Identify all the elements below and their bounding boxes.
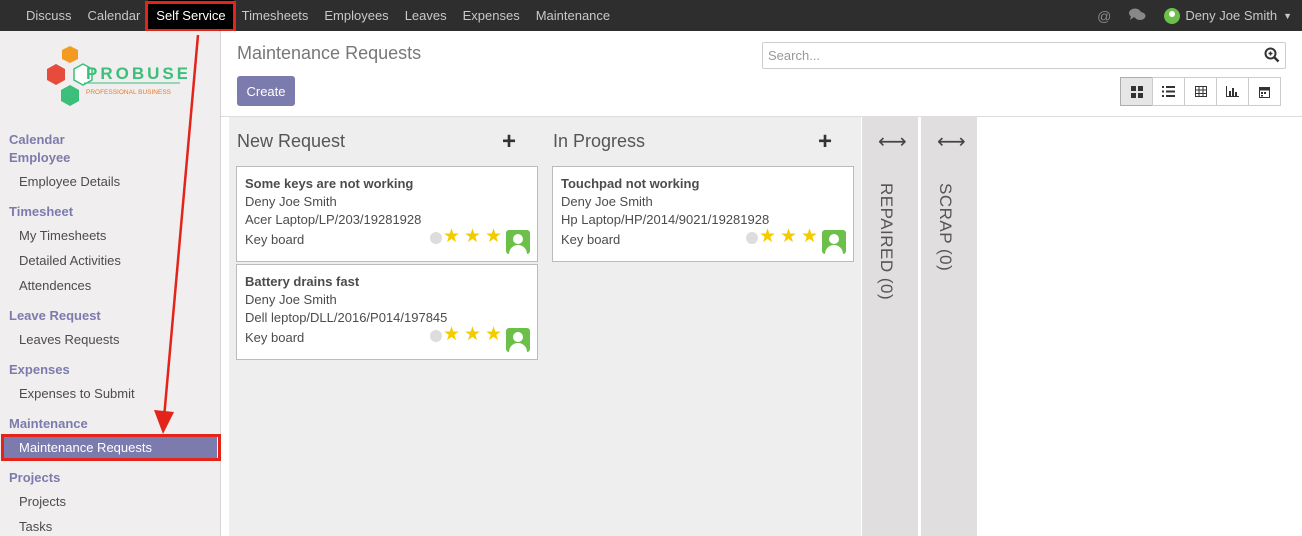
kanban-card[interactable]: Touchpad not working Deny Joe Smith Hp L… [552, 166, 854, 262]
star-icon[interactable]: ★ [464, 325, 481, 344]
quick-create-plus-icon[interactable]: + [502, 128, 516, 156]
card-employee: Deny Joe Smith [561, 194, 653, 209]
create-button[interactable]: Create [237, 76, 295, 106]
expand-arrows-icon[interactable]: ⟷ [937, 129, 966, 154]
card-category: Key board [245, 232, 305, 247]
menu-timesheets[interactable]: Timesheets [234, 0, 317, 31]
kanban-state-icon[interactable] [430, 330, 442, 342]
menu-leaves[interactable]: Leaves [397, 0, 455, 31]
graph-view-icon[interactable] [1216, 77, 1249, 106]
star-icon[interactable]: ★ [801, 227, 818, 246]
star-icon[interactable]: ★ [443, 325, 460, 344]
sidebar-item-leaves-requests[interactable]: Leaves Requests [19, 332, 119, 347]
star-icon[interactable]: ★ [780, 227, 797, 246]
card-title: Some keys are not working [245, 176, 414, 191]
sidebar-section-expenses[interactable]: Expenses [9, 362, 70, 377]
card-employee: Deny Joe Smith [245, 292, 337, 307]
sidebar-section-calendar[interactable]: Calendar [9, 132, 65, 147]
calendar-view-icon[interactable] [1248, 77, 1281, 106]
column-title: In Progress [553, 131, 646, 151]
chat-icon[interactable] [1129, 8, 1146, 24]
user-menu[interactable]: Deny Joe Smith ▼ [1164, 7, 1292, 24]
sidebar-section-timesheet[interactable]: Timesheet [9, 204, 73, 219]
folded-column-title: REPAIRED (0) [877, 183, 896, 301]
sidebar-item-employee-details[interactable]: Employee Details [19, 174, 120, 189]
menu-calendar[interactable]: Calendar [80, 0, 149, 31]
list-view-icon[interactable] [1152, 77, 1185, 106]
menu-expenses[interactable]: Expenses [455, 0, 528, 31]
self-service-highlight [145, 1, 236, 32]
sidebar-item-tasks[interactable]: Tasks [19, 519, 52, 534]
sidebar-item-detailed-activities[interactable]: Detailed Activities [19, 253, 121, 268]
at-icon[interactable]: @ [1097, 8, 1111, 24]
user-avatar-icon [506, 230, 530, 254]
kanban-column-repaired-folded[interactable]: ⟷ REPAIRED (0) [862, 117, 918, 536]
card-title: Touchpad not working [561, 176, 700, 191]
sidebar-item-expenses-to-submit[interactable]: Expenses to Submit [19, 386, 135, 401]
star-icon[interactable]: ★ [485, 227, 502, 246]
card-equipment: Hp Laptop/HP/2014/9021/19281928 [561, 212, 770, 227]
company-logo: PROBUSE PROFESSIONAL BUSINESS [47, 46, 187, 106]
user-avatar-icon [506, 328, 530, 352]
card-category: Key board [245, 330, 305, 345]
svg-text:PROFESSIONAL BUSINESS: PROFESSIONAL BUSINESS [86, 89, 172, 96]
star-icon[interactable]: ★ [464, 227, 481, 246]
menu-employees[interactable]: Employees [316, 0, 396, 31]
sidebar-section-employee[interactable]: Employee [9, 150, 70, 165]
view-switcher [1120, 77, 1281, 106]
kanban-card[interactable]: Battery drains fast Deny Joe Smith Dell … [236, 264, 538, 360]
sidebar-section-maintenance[interactable]: Maintenance [9, 416, 88, 431]
quick-create-plus-icon[interactable]: + [818, 128, 832, 156]
star-icon[interactable]: ★ [759, 227, 776, 246]
kanban-state-icon[interactable] [430, 232, 442, 244]
folded-column-title: SCRAP (0) [936, 183, 955, 272]
card-equipment: Acer Laptop/LP/203/19281928 [245, 212, 422, 227]
sidebar-item-projects[interactable]: Projects [19, 494, 66, 509]
column-title: New Request [237, 131, 346, 151]
star-icon[interactable]: ★ [485, 325, 502, 344]
kanban-card[interactable]: Some keys are not working Deny Joe Smith… [236, 166, 538, 262]
maintenance-requests-highlight [1, 434, 221, 461]
user-name: Deny Joe Smith [1185, 8, 1278, 23]
search-icon[interactable] [1264, 47, 1280, 66]
search-input[interactable] [763, 43, 1243, 68]
page-title: Maintenance Requests [237, 43, 422, 63]
main-menu: Discuss Calendar Self Service Timesheets… [18, 0, 618, 31]
sidebar-section-projects[interactable]: Projects [9, 470, 60, 485]
menu-discuss[interactable]: Discuss [18, 0, 80, 31]
kanban-column-scrap-folded[interactable]: ⟷ SCRAP (0) [921, 117, 977, 536]
card-equipment: Dell leptop/DLL/2016/P014/197845 [245, 310, 448, 325]
card-employee: Deny Joe Smith [245, 194, 337, 209]
caret-down-icon: ▼ [1283, 10, 1292, 21]
pivot-view-icon[interactable] [1184, 77, 1217, 106]
sidebar-item-my-timesheets[interactable]: My Timesheets [19, 228, 106, 243]
sidebar-section-leave-request[interactable]: Leave Request [9, 308, 101, 323]
kanban-state-icon[interactable] [746, 232, 758, 244]
star-icon[interactable]: ★ [443, 227, 460, 246]
menu-maintenance[interactable]: Maintenance [528, 0, 618, 31]
search-box [762, 42, 1286, 69]
kanban-view-icon[interactable] [1120, 77, 1153, 106]
user-avatar-icon [822, 230, 846, 254]
avatar [1164, 7, 1181, 24]
svg-text:PROBUSE: PROBUSE [86, 64, 187, 83]
expand-arrows-icon[interactable]: ⟷ [878, 129, 907, 154]
card-category: Key board [561, 232, 621, 247]
sidebar-item-attendences[interactable]: Attendences [19, 278, 91, 293]
card-title: Battery drains fast [245, 274, 360, 289]
